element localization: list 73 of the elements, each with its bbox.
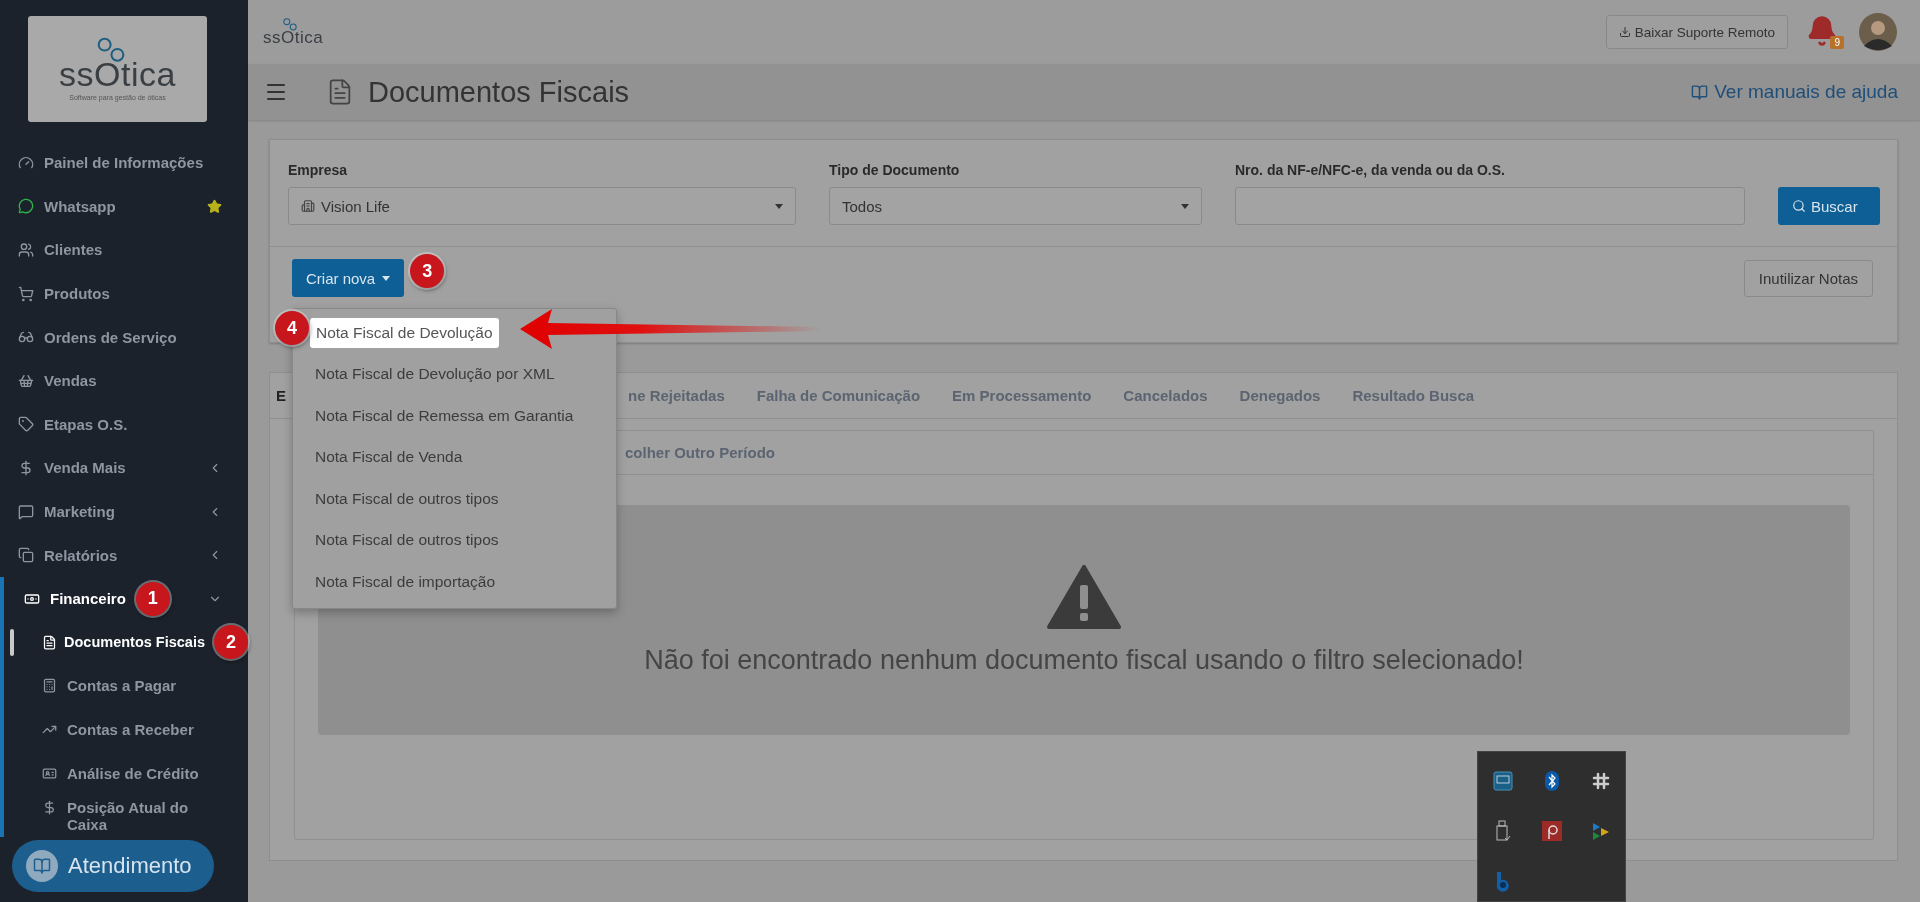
play-triangles-icon[interactable] bbox=[1591, 822, 1610, 840]
search-icon bbox=[1792, 199, 1806, 213]
menu-item[interactable]: Clientes bbox=[0, 228, 248, 272]
select-field[interactable]: Vision Life bbox=[288, 187, 796, 225]
create-new-button[interactable]: Criar nova bbox=[292, 259, 405, 297]
dashboard-icon bbox=[18, 154, 34, 171]
step-marker: 3 bbox=[410, 254, 445, 288]
logo-text: ssOtica bbox=[59, 57, 176, 92]
dollar-icon bbox=[42, 799, 57, 815]
hash-icon[interactable] bbox=[1591, 772, 1610, 790]
submenu-item[interactable]: Análise de Crédito bbox=[0, 751, 248, 795]
bluetooth-icon[interactable] bbox=[1544, 771, 1559, 791]
circles-icon bbox=[282, 18, 299, 32]
menu-option[interactable]: Nota Fiscal de Devolução bbox=[310, 317, 499, 348]
submenu-item[interactable]: Posição Atual do Caixa bbox=[0, 794, 248, 837]
step-marker: 1 bbox=[135, 581, 170, 616]
field-label: Nro. da NF-e/NFC-e, da venda ou da O.S. bbox=[1235, 162, 1506, 178]
menu-item[interactable]: Vendas bbox=[0, 358, 248, 403]
menu-item[interactable]: Produtos bbox=[0, 271, 248, 316]
menu-item[interactable]: Relatórios bbox=[0, 533, 248, 577]
submenu-item[interactable]: Contas a Receber bbox=[0, 707, 248, 752]
menu-item[interactable]: Etapas O.S. bbox=[0, 402, 248, 447]
help-link[interactable]: Ver manuais de ajuda bbox=[1691, 81, 1898, 103]
chat-bubble-icon bbox=[18, 503, 34, 520]
menu-option[interactable]: Nota Fiscal de Devolução por XML bbox=[315, 353, 555, 395]
remote-support-button[interactable]: Baixar Suporte Remoto bbox=[1605, 15, 1788, 49]
menu-item[interactable]: Venda Mais bbox=[0, 446, 248, 490]
dollar-icon bbox=[18, 459, 34, 476]
field-label: Tipo de Documento bbox=[829, 162, 961, 178]
menu-item[interactable]: Ordens de Serviço bbox=[0, 315, 248, 359]
avatar[interactable] bbox=[1858, 12, 1898, 52]
warning-icon bbox=[1047, 564, 1121, 629]
field-label: Empresa bbox=[288, 162, 349, 178]
download-icon bbox=[1618, 26, 1631, 38]
empty-message: Não foi encontrado nenhum documento fiscal usando o filtro selecionado! bbox=[644, 644, 1524, 676]
menu-option[interactable]: Nota Fiscal de Remessa em Garantia bbox=[315, 395, 574, 437]
p-logo-icon[interactable] bbox=[1541, 821, 1562, 841]
submenu-item[interactable]: Contas a Pagar bbox=[0, 664, 248, 708]
calculator-icon bbox=[42, 678, 57, 694]
menu-item[interactable]: Whatsapp bbox=[0, 184, 248, 229]
support-button[interactable]: Atendimento bbox=[12, 840, 214, 892]
monitor-icon[interactable] bbox=[1492, 771, 1513, 791]
search-button[interactable]: Buscar bbox=[1778, 187, 1880, 225]
tag-icon bbox=[18, 416, 34, 433]
menu-option[interactable]: Nota Fiscal de outros tipos bbox=[315, 519, 499, 561]
notification-badge: 9 bbox=[1830, 36, 1844, 49]
basket-icon bbox=[18, 372, 34, 389]
selection-bar bbox=[10, 628, 14, 657]
tab[interactable]: E bbox=[276, 387, 286, 404]
menu-item[interactable]: Financeiro 1 bbox=[0, 576, 248, 621]
select-field[interactable]: Todos bbox=[829, 187, 1202, 225]
menu-item[interactable]: Painel de Informações bbox=[0, 141, 248, 185]
document-icon bbox=[42, 634, 57, 650]
menu-option[interactable]: Nota Fiscal de importação bbox=[315, 561, 496, 603]
id-card-icon bbox=[42, 765, 57, 781]
search-number-field[interactable] bbox=[1235, 187, 1745, 225]
menu-option[interactable]: Nota Fiscal de Venda bbox=[315, 436, 463, 478]
void-notes-button[interactable]: Inutilizar Notas bbox=[1743, 259, 1873, 297]
logo-text: ssOtica bbox=[263, 28, 324, 46]
step-marker: 2 bbox=[214, 625, 248, 660]
menu-item[interactable]: Marketing bbox=[0, 489, 248, 534]
book-icon bbox=[26, 850, 58, 882]
page-title: Documentos Fiscais bbox=[368, 75, 631, 109]
usb-drive-icon[interactable] bbox=[1494, 820, 1511, 842]
book-icon bbox=[1691, 83, 1709, 101]
building-icon bbox=[301, 199, 315, 213]
chat-icon bbox=[18, 198, 34, 215]
step-marker: 4 bbox=[275, 311, 309, 345]
copy-icon bbox=[18, 547, 34, 564]
submenu-item[interactable]: Documentos Fiscais 2 bbox=[0, 620, 248, 665]
menu-option[interactable]: Nota Fiscal de outros tipos bbox=[315, 478, 499, 520]
users-icon bbox=[18, 242, 34, 258]
cart-icon bbox=[18, 285, 34, 302]
